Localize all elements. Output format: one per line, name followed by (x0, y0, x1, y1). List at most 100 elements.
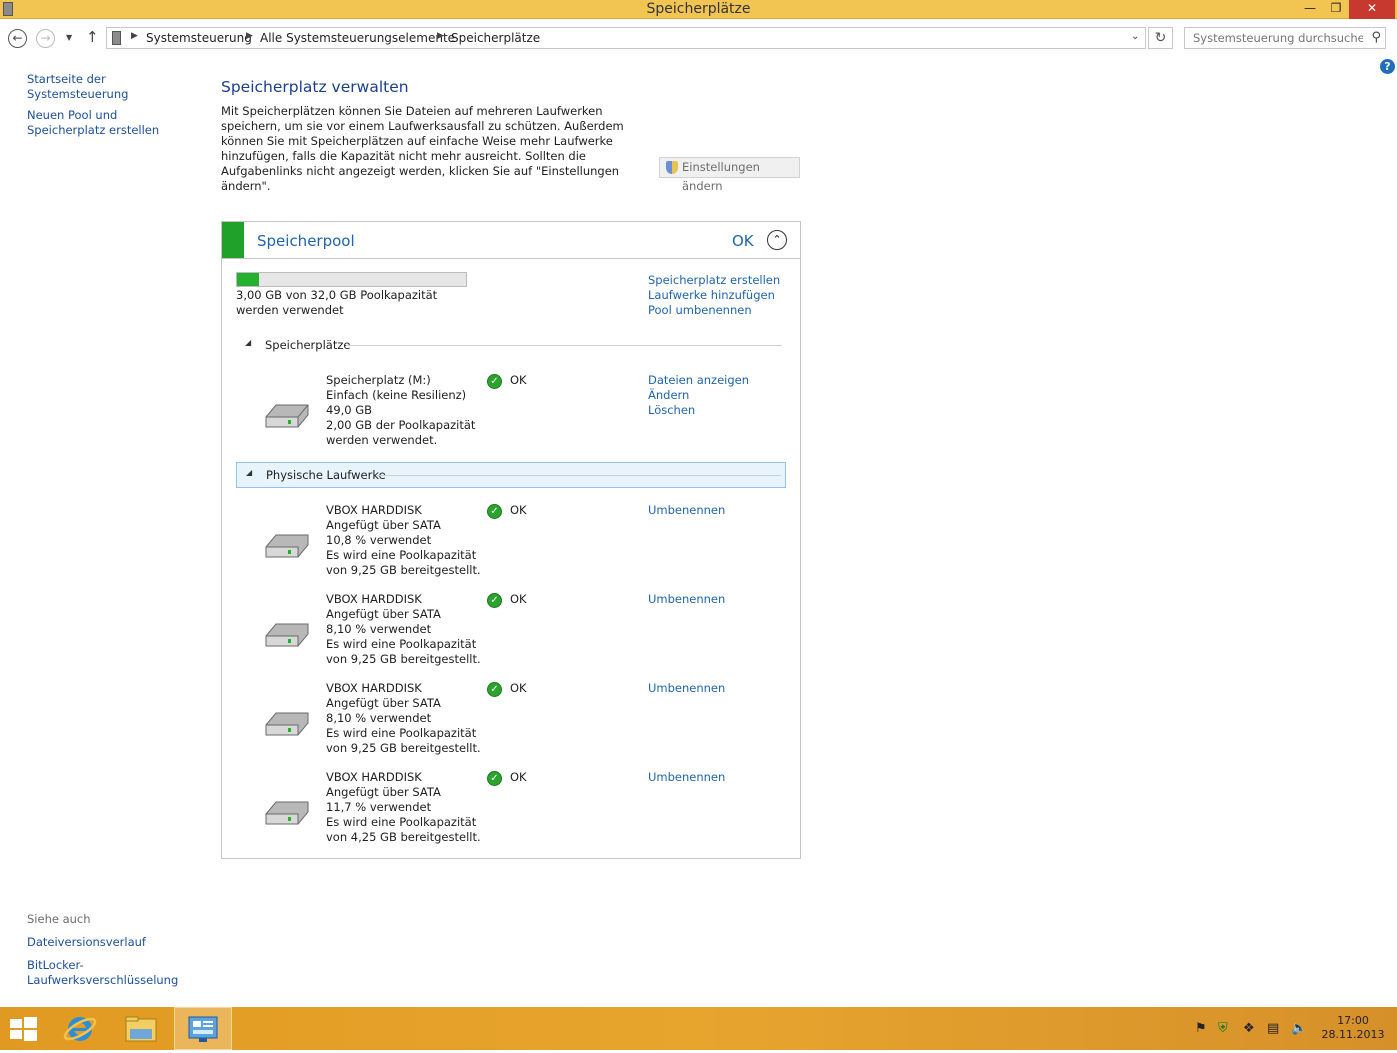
pool-title: Speicherpool (257, 232, 355, 250)
ok-check-icon: ✓ (487, 771, 502, 786)
rename-pool-link[interactable]: Pool umbenennen (648, 303, 752, 318)
taskbar-internet-explorer[interactable] (52, 1007, 110, 1050)
virtualbox-icon[interactable]: ❖ (1243, 1021, 1255, 1036)
pool-usage-text: 3,00 GB von 32,0 GB Poolkapazität werden… (236, 288, 438, 317)
ok-check-icon: ✓ (487, 682, 502, 697)
start-button[interactable] (0, 1007, 58, 1050)
breadcrumb-alle-elemente[interactable]: Alle Systemsteuerungselemente (260, 31, 455, 45)
drive-usage: 10,8 % verwendet (326, 533, 432, 547)
storage-space-item: Speicherplatz (M:) Einfach (keine Resili… (222, 373, 800, 463)
drive-icon (265, 534, 309, 558)
space-status: OK (510, 373, 527, 387)
drive-icon (265, 623, 309, 647)
see-also-link-bitlocker[interactable]: BitLocker-Laufwerksverschlüsselung (27, 958, 178, 988)
control-panel-icon (188, 1016, 218, 1042)
see-also-link-file-history[interactable]: Dateiversionsverlauf (27, 935, 202, 950)
change-settings-button[interactable]: Einstellungen ändern (659, 157, 800, 193)
up-arrow-icon[interactable]: ↑ (86, 28, 99, 46)
rename-drive-link[interactable]: Umbenennen (648, 770, 725, 785)
rename-drive-link[interactable]: Umbenennen (648, 592, 725, 607)
section-physical-drives[interactable]: ◢ Physische Laufwerke (236, 462, 786, 488)
clock-date: 28.11.2013 (1321, 1028, 1385, 1041)
refresh-button[interactable]: ↻ (1148, 27, 1173, 49)
breadcrumb-separator-icon[interactable]: ▶ (246, 31, 253, 41)
drive-status: OK (510, 503, 527, 517)
physical-drive-item: VBOX HARDDISK Angefügt über SATA 11,7 % … (222, 770, 800, 860)
ok-check-icon: ✓ (487, 374, 502, 389)
section-label: Speicherplätze (265, 338, 351, 352)
close-button[interactable]: ✕ (1349, 0, 1395, 19)
recent-locations-icon[interactable]: ▼ (66, 33, 72, 42)
add-drives-link[interactable]: Laufwerke hinzufügen (648, 288, 775, 303)
search-icon[interactable]: ⚲ (1371, 30, 1381, 45)
section-divider (377, 475, 781, 476)
network-icon[interactable]: ▤ (1267, 1021, 1279, 1036)
space-type: Einfach (keine Resilienz) (326, 388, 467, 402)
taskbar-clock[interactable]: 17:00 28.11.2013 (1320, 1014, 1386, 1042)
storage-space-info: Speicherplatz (M:) Einfach (keine Resili… (326, 373, 486, 448)
taskbar-file-explorer[interactable] (112, 1007, 170, 1050)
search-input[interactable] (1185, 28, 1363, 48)
breadcrumb-systemsteuerung[interactable]: Systemsteuerung (146, 31, 252, 45)
refresh-icon: ↻ (1154, 30, 1167, 46)
drive-connection: Angefügt über SATA (326, 518, 441, 532)
delete-link[interactable]: Löschen (648, 403, 749, 418)
drive-capacity: Es wird eine Poolkapazität von 9,25 GB b… (326, 637, 481, 666)
pool-header[interactable]: Speicherpool OK ⌃ (222, 222, 800, 259)
drive-name: VBOX HARDDISK (326, 681, 422, 695)
storage-pool-panel: Speicherpool OK ⌃ 3,00 GB von 32,0 GB Po… (221, 221, 801, 859)
volume-icon[interactable]: 🔈 (1291, 1021, 1307, 1036)
breadcrumb-separator-icon[interactable]: ▶ (437, 31, 444, 41)
page-title: Speicherplatz verwalten (221, 78, 409, 96)
breadcrumb-separator-icon[interactable]: ▶ (131, 31, 138, 41)
space-name: Speicherplatz (M:) (326, 373, 431, 387)
see-also-title: Siehe auch (27, 912, 91, 926)
change-link[interactable]: Ändern (648, 388, 749, 403)
collapse-icon[interactable]: ⌃ (767, 230, 787, 250)
space-usage: 2,00 GB der Poolkapazität werden verwend… (326, 418, 476, 447)
rename-drive-link[interactable]: Umbenennen (648, 503, 725, 518)
title-bar: Speicherplätze — ❐ ✕ (0, 0, 1397, 19)
help-icon[interactable]: ? (1380, 59, 1395, 74)
address-bar[interactable]: ▶ Systemsteuerung ▶ Alle Systemsteuerung… (106, 27, 1146, 49)
uac-shield-icon (666, 161, 678, 174)
forward-button[interactable]: → (36, 29, 55, 48)
space-size: 49,0 GB (326, 403, 373, 417)
physical-drive-item: VBOX HARDDISK Angefügt über SATA 10,8 % … (222, 503, 800, 593)
show-files-link[interactable]: Dateien anzeigen (648, 373, 749, 388)
expand-triangle-icon[interactable]: ◢ (245, 338, 251, 347)
security-shield-icon[interactable]: ⛨ (1218, 1021, 1228, 1036)
drive-status: OK (510, 592, 527, 606)
pool-usage-fill (237, 273, 259, 286)
physical-drive-item: VBOX HARDDISK Angefügt über SATA 8,10 % … (222, 592, 800, 682)
clock-time: 17:00 (1337, 1014, 1369, 1027)
taskbar: ⚑ ⛨ ❖ ▤ 🔈 17:00 28.11.2013 (0, 1007, 1397, 1050)
drive-usage: 8,10 % verwendet (326, 622, 432, 636)
change-settings-label: Einstellungen ändern (682, 160, 760, 193)
search-box[interactable]: ⚲ (1184, 27, 1386, 49)
sidebar-link-home[interactable]: Startseite der Systemsteuerung (27, 72, 202, 102)
drive-connection: Angefügt über SATA (326, 607, 441, 621)
forward-arrow-icon: → (40, 31, 51, 45)
drive-name: VBOX HARDDISK (326, 503, 422, 517)
expand-triangle-icon[interactable]: ◢ (246, 468, 252, 477)
rename-drive-link[interactable]: Umbenennen (648, 681, 725, 696)
ok-check-icon: ✓ (487, 593, 502, 608)
sidebar-link-new-pool[interactable]: Neuen Pool und Speicherplatz erstellen (27, 108, 197, 138)
back-button[interactable]: ← (8, 29, 27, 48)
section-storage-spaces[interactable]: ◢ Speicherplätze (236, 333, 786, 359)
drive-capacity: Es wird eine Poolkapazität von 4,25 GB b… (326, 815, 481, 844)
breadcrumb-speicherplaetze[interactable]: Speicherplätze (451, 31, 540, 45)
internet-explorer-icon (63, 1017, 97, 1041)
pool-status: OK (732, 232, 754, 250)
create-space-link[interactable]: Speicherplatz erstellen (648, 273, 780, 288)
drive-connection: Angefügt über SATA (326, 696, 441, 710)
window-title: Speicherplätze (646, 1, 751, 17)
drive-name: VBOX HARDDISK (326, 770, 422, 784)
minimize-button[interactable]: — (1297, 0, 1323, 19)
restore-button[interactable]: ❐ (1323, 0, 1349, 19)
taskbar-control-panel[interactable] (174, 1007, 232, 1050)
section-divider (346, 345, 782, 346)
chevron-down-icon[interactable]: ⌄ (1131, 31, 1139, 42)
action-center-flag-icon[interactable]: ⚑ (1195, 1021, 1207, 1036)
